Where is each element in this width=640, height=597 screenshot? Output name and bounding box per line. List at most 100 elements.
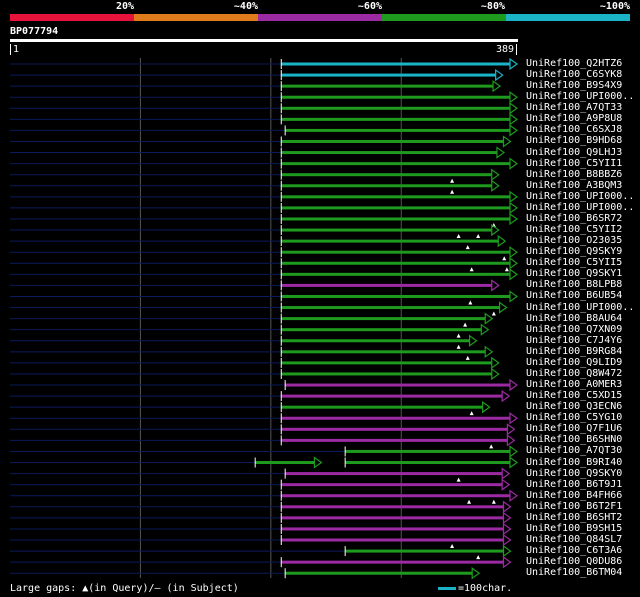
hit-label[interactable]: UniRef100_B9RI40	[526, 457, 622, 468]
hit-label[interactable]: UniRef100_C7J4Y6	[526, 335, 622, 346]
hit-label[interactable]: UniRef100_B6TM04	[526, 567, 622, 578]
hit-label[interactable]: UniRef100_C5YII5	[526, 257, 622, 268]
query-gap-marker	[456, 477, 461, 482]
hit-label[interactable]: UniRef100_A3BQM3	[526, 180, 622, 191]
hit-arrow	[509, 246, 519, 259]
hit-label[interactable]: UniRef100_B9SH15	[526, 523, 622, 534]
hit-label[interactable]: UniRef100_C5YII2	[526, 224, 622, 235]
hit-segment	[281, 239, 499, 243]
query-gap-marker	[465, 355, 470, 360]
hit-label[interactable]: UniRef100_UPI000..	[526, 302, 634, 313]
hit-segment	[281, 416, 510, 420]
hit-label[interactable]: UniRef100_B9S4X9	[526, 80, 622, 91]
hit-label[interactable]: UniRef100_A0MER3	[526, 379, 622, 390]
hit-track	[10, 57, 519, 71]
hit-arrow	[509, 113, 519, 126]
hit-arrow	[509, 190, 519, 204]
query-gap-marker	[463, 322, 468, 327]
hit-label[interactable]: UniRef100_A7QT33	[526, 102, 622, 113]
hit-segment	[285, 383, 510, 387]
hit-label[interactable]: UniRef100_C5XD15	[526, 390, 622, 401]
hit-arrow	[502, 555, 512, 569]
hit-label[interactable]: UniRef100_B6T2F1	[526, 501, 622, 512]
hit-label[interactable]: UniRef100_Q2HTZ6	[526, 58, 622, 69]
query-gap-marker	[491, 311, 496, 316]
hit-track	[10, 234, 507, 250]
hit-arrow	[484, 345, 494, 358]
hit-label[interactable]: UniRef100_Q9LHJ3	[526, 147, 622, 158]
hit-segment	[281, 350, 486, 354]
hit-track	[10, 423, 516, 436]
hit-track	[10, 544, 512, 560]
hit-label[interactable]: UniRef100_Q9LID9	[526, 357, 622, 368]
hit-label[interactable]: UniRef100_B9RG84	[526, 346, 622, 357]
hit-label[interactable]: UniRef100_B8LPB8	[526, 279, 622, 290]
hit-track	[10, 79, 502, 93]
hit-label[interactable]: UniRef100_Q7F1U6	[526, 423, 622, 434]
hit-label[interactable]: UniRef100_Q8W472	[526, 368, 622, 379]
hit-label[interactable]: UniRef100_B6T9J1	[526, 479, 622, 490]
hit-segment	[281, 294, 510, 298]
hit-label[interactable]: UniRef100_Q7XN09	[526, 324, 622, 335]
hit-label[interactable]: UniRef100_B6UB54	[526, 290, 622, 301]
hit-label[interactable]: UniRef100_B9HD68	[526, 135, 622, 146]
hit-track	[10, 500, 512, 513]
hit-segment	[281, 560, 504, 564]
hit-segment	[281, 427, 508, 431]
hit-track	[10, 356, 500, 370]
hit-label[interactable]: UniRef100_A7QT30	[526, 445, 622, 456]
hit-arrow	[502, 135, 512, 148]
hit-label[interactable]: UniRef100_C6SXJ8	[526, 124, 622, 135]
hit-segment	[281, 438, 508, 442]
hit-segment	[255, 461, 315, 465]
scale-text: =100char.	[458, 583, 513, 594]
hit-arrow	[509, 124, 519, 137]
hit-label[interactable]: UniRef100_C6SYK8	[526, 69, 622, 80]
hit-label[interactable]: UniRef100_A9P8U8	[526, 113, 622, 124]
hit-label[interactable]: UniRef100_B8AU64	[526, 313, 622, 324]
query-gap-marker	[476, 555, 481, 560]
hit-track	[10, 522, 512, 536]
hit-label[interactable]: UniRef100_Q9SKY9	[526, 246, 622, 257]
hit-label[interactable]: UniRef100_C6T3A6	[526, 545, 622, 556]
hit-segment	[281, 538, 504, 542]
hit-segment	[281, 516, 504, 520]
hit-label[interactable]: UniRef100_Q0DU86	[526, 556, 622, 567]
hit-label[interactable]: UniRef100_B6SHN0	[526, 434, 622, 445]
hit-label[interactable]: UniRef100_C5YII1	[526, 158, 622, 169]
hit-label[interactable]: UniRef100_UPI000..	[526, 202, 634, 213]
hit-track	[10, 279, 500, 292]
query-gap-marker	[502, 256, 507, 261]
hit-segment	[281, 483, 503, 487]
hit-label[interactable]: UniRef100_UPI000..	[526, 191, 634, 202]
query-gap-marker	[456, 333, 461, 338]
hit-label[interactable]: UniRef100_O23035	[526, 235, 622, 246]
hit-label[interactable]: UniRef100_B6SR72	[526, 213, 622, 224]
hit-arrow	[491, 356, 500, 370]
hit-segment	[285, 128, 510, 132]
hit-label[interactable]: UniRef100_Q84SL7	[526, 534, 622, 545]
query-gap-marker	[468, 300, 473, 305]
hit-label[interactable]: UniRef100_UPI000..	[526, 91, 634, 102]
hit-label[interactable]: UniRef100_B6SHT2	[526, 512, 622, 523]
hit-label[interactable]: UniRef100_B4FH66	[526, 490, 622, 501]
hit-track	[10, 312, 494, 327]
hit-segment	[281, 372, 492, 376]
hit-label[interactable]: UniRef100_Q3ECN6	[526, 401, 622, 412]
hit-label[interactable]: UniRef100_Q9SKY0	[526, 468, 622, 479]
hit-label[interactable]: UniRef100_C5YG10	[526, 412, 622, 423]
hit-track	[10, 212, 519, 227]
hit-arrow	[496, 146, 505, 159]
hit-track	[10, 223, 500, 239]
hit-track	[10, 533, 512, 549]
hit-label[interactable]: UniRef100_B8BBZ6	[526, 169, 622, 180]
hit-arrow	[506, 423, 516, 436]
hit-track	[10, 555, 512, 569]
hit-track	[10, 323, 490, 338]
hit-segment	[345, 461, 510, 465]
query-gap-marker	[467, 499, 472, 504]
hit-track	[10, 146, 505, 159]
hit-label[interactable]: UniRef100_Q9SKY1	[526, 268, 622, 279]
hit-arrow	[480, 323, 490, 336]
hit-arrow	[468, 334, 478, 347]
